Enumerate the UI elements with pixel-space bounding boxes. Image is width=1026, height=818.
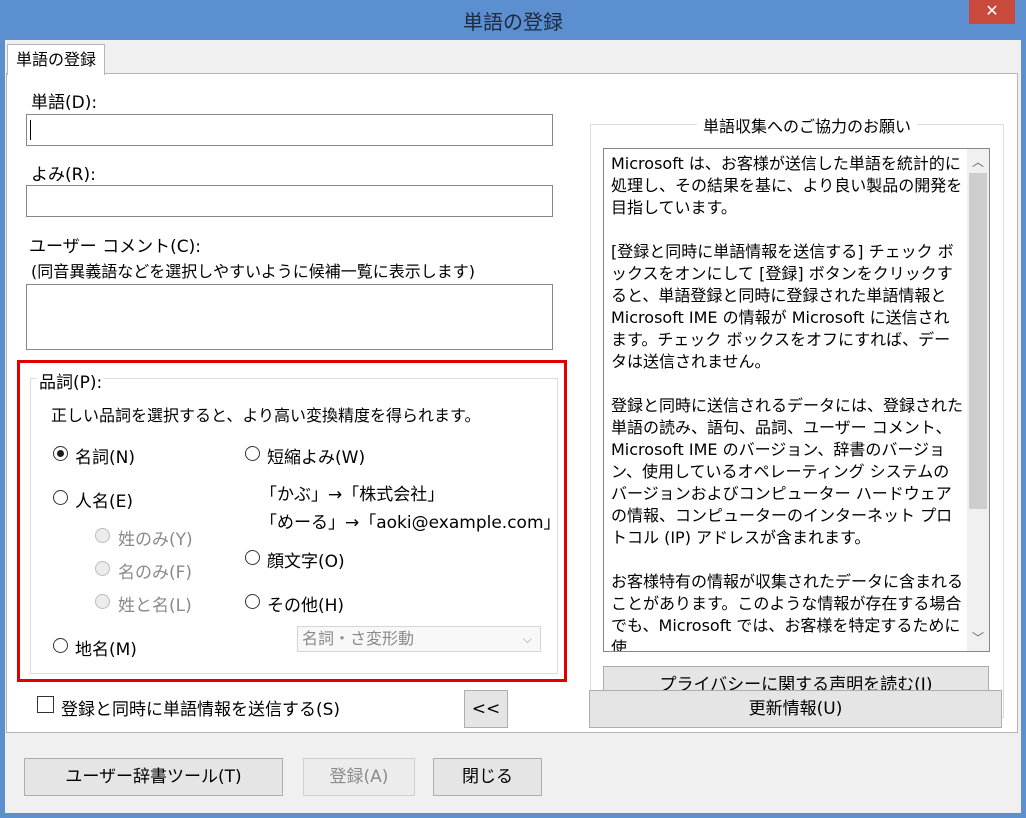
title-bar: 単語の登録 ✕ bbox=[0, 0, 1026, 40]
surname-only-radio[interactable] bbox=[95, 528, 110, 543]
place-name-radio[interactable] bbox=[53, 638, 68, 653]
close-window-button[interactable]: ✕ bbox=[969, 0, 1015, 24]
abbreviation-radio[interactable] bbox=[245, 446, 260, 461]
other-radio-label[interactable]: その他(H) bbox=[267, 591, 344, 616]
info-text: Microsoft は、お客様が送信した単語を統計的に処理し、その結果を基に、よ… bbox=[611, 153, 964, 652]
given-name-only-radio[interactable] bbox=[95, 561, 110, 576]
radio-selected-dot bbox=[57, 450, 64, 457]
surname-only-label[interactable]: 姓のみ(Y) bbox=[118, 525, 193, 550]
scrollbar-thumb[interactable] bbox=[969, 173, 987, 509]
person-name-radio-label[interactable]: 人名(E) bbox=[75, 487, 133, 512]
reading-input[interactable] bbox=[26, 185, 553, 217]
update-info-button[interactable]: 更新情報(U) bbox=[589, 690, 1002, 728]
collapse-button[interactable]: << bbox=[464, 690, 508, 728]
info-title: 単語収集へのご協力のお願い bbox=[697, 113, 918, 137]
user-dictionary-tool-button[interactable]: ユーザー辞書ツール(T) bbox=[24, 758, 283, 796]
emoticon-radio-label[interactable]: 顔文字(O) bbox=[267, 547, 345, 572]
info-paragraph: お客様特有の情報が収集されたデータに含まれることがあります。このような情報が存在… bbox=[611, 572, 964, 652]
abbreviation-radio-label[interactable]: 短縮よみ(W) bbox=[267, 443, 365, 468]
window-title: 単語の登録 bbox=[463, 10, 563, 34]
other-radio[interactable] bbox=[245, 594, 260, 609]
word-input[interactable] bbox=[26, 114, 553, 146]
person-name-radio[interactable] bbox=[53, 490, 68, 505]
emoticon-radio[interactable] bbox=[245, 550, 260, 565]
scroll-up-icon[interactable]: ︿ bbox=[967, 153, 989, 170]
abbreviation-example-2: 「めーる」→「aoki@example.com」 bbox=[260, 513, 561, 533]
comment-hint: (同音異義語などを選択しやすいように候補一覧に表示します) bbox=[31, 262, 476, 281]
register-button[interactable]: 登録(A) bbox=[303, 758, 415, 796]
given-name-only-label[interactable]: 名のみ(F) bbox=[118, 558, 192, 583]
abbreviation-example-1: 「かぶ」→「株式会社」 bbox=[260, 485, 445, 505]
scroll-down-icon[interactable]: ﹀ bbox=[967, 629, 989, 646]
info-textbox[interactable]: Microsoft は、お客様が送信した単語を統計的に処理し、その結果を基に、よ… bbox=[603, 148, 990, 652]
noun-radio-label[interactable]: 名詞(N) bbox=[75, 443, 135, 468]
info-paragraph: [登録と同時に単語情報を送信する] チェック ボックスをオンにして [登録] ボ… bbox=[611, 242, 954, 371]
full-name-radio[interactable] bbox=[95, 594, 110, 609]
noun-subtype-select[interactable]: 名詞・さ変形動 ⌵ bbox=[297, 626, 541, 652]
noun-radio[interactable] bbox=[53, 446, 68, 461]
send-word-info-checkbox[interactable] bbox=[37, 696, 54, 713]
word-label: 単語(D): bbox=[31, 93, 98, 113]
text-caret bbox=[30, 120, 31, 140]
pos-label: 品詞(P): bbox=[37, 368, 105, 393]
noun-subtype-value: 名詞・さ変形動 bbox=[302, 629, 415, 648]
info-scrollbar[interactable]: ︿ ﹀ bbox=[967, 149, 989, 651]
full-name-label[interactable]: 姓と名(L) bbox=[118, 591, 192, 616]
info-paragraph: Microsoft は、お客様が送信した単語を統計的に処理し、その結果を基に、よ… bbox=[611, 154, 963, 217]
tab-page: 単語(D): よみ(R): ユーザー コメント(C): (同音異義語などを選択し… bbox=[6, 73, 1018, 733]
comment-input[interactable] bbox=[26, 284, 553, 350]
comment-label: ユーザー コメント(C): bbox=[29, 237, 201, 257]
pos-description: 正しい品詞を選択すると、より高い変換精度を得られます。 bbox=[51, 406, 481, 425]
send-word-info-label[interactable]: 登録と同時に単語情報を送信する(S) bbox=[61, 695, 340, 720]
dialog-client: 単語の登録 単語(D): よみ(R): ユーザー コメント(C): (同音異義語… bbox=[5, 40, 1021, 813]
tab-word-registration[interactable]: 単語の登録 bbox=[7, 44, 105, 75]
close-button[interactable]: 閉じる bbox=[433, 758, 542, 796]
reading-label: よみ(R): bbox=[31, 165, 96, 185]
chevron-down-icon: ⌵ bbox=[522, 632, 532, 646]
info-paragraph: 登録と同時に送信されるデータには、登録された単語の読み、語句、品詞、ユーザー コ… bbox=[611, 396, 964, 547]
place-name-radio-label[interactable]: 地名(M) bbox=[75, 635, 137, 660]
